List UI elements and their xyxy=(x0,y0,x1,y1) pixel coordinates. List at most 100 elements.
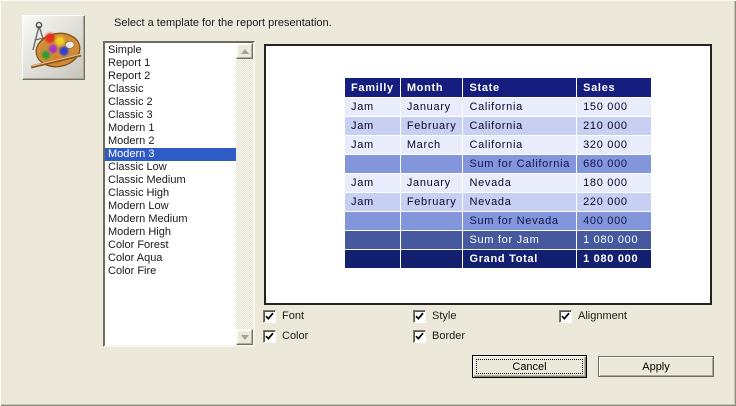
arrow-up-icon xyxy=(241,49,249,54)
table-header-cell: State xyxy=(463,78,576,97)
list-item[interactable]: Classic Medium xyxy=(105,174,236,187)
table-cell: 220 000 xyxy=(577,193,651,211)
options-group: Font Style Alignment Color Border xyxy=(263,306,723,346)
checkbox-style-label: Style xyxy=(432,310,456,322)
table-cell xyxy=(345,212,400,230)
table-cell: February xyxy=(401,117,463,135)
list-item[interactable]: Report 2 xyxy=(105,70,236,83)
table-cell: January xyxy=(401,98,463,116)
table-cell: 180 000 xyxy=(577,174,651,192)
table-cell: 1 080 000 xyxy=(577,250,651,268)
preview-table-body: FamillyMonthStateSalesJamJanuaryCaliforn… xyxy=(345,78,651,268)
list-item[interactable]: Color Fire xyxy=(105,265,236,278)
list-item[interactable]: Classic xyxy=(105,83,236,96)
list-item[interactable]: Modern 1 xyxy=(105,122,236,135)
arrow-down-icon xyxy=(241,335,249,340)
checkmark-icon xyxy=(561,312,570,321)
list-item[interactable]: Report 1 xyxy=(105,57,236,70)
table-cell: Jam xyxy=(345,174,400,192)
preview-table: FamillyMonthStateSalesJamJanuaryCaliforn… xyxy=(344,77,652,269)
instruction-text: Select a template for the report present… xyxy=(114,17,332,29)
table-row: Grand Total1 080 000 xyxy=(345,250,651,268)
table-cell: Nevada xyxy=(463,193,576,211)
checkmark-icon xyxy=(265,312,274,321)
list-item[interactable]: Modern 3 xyxy=(105,148,236,161)
checkbox-border-box[interactable] xyxy=(413,330,426,343)
checkbox-alignment-box[interactable] xyxy=(559,310,572,323)
table-cell: Sum for California xyxy=(463,155,576,173)
table-cell: 150 000 xyxy=(577,98,651,116)
table-row: JamJanuaryCalifornia150 000 xyxy=(345,98,651,116)
scroll-up-button[interactable] xyxy=(236,43,253,59)
apply-button-label: Apply xyxy=(642,361,670,373)
list-item[interactable]: Classic Low xyxy=(105,161,236,174)
list-item[interactable]: Color Forest xyxy=(105,239,236,252)
list-item[interactable]: Modern Medium xyxy=(105,213,236,226)
table-cell: March xyxy=(401,136,463,154)
table-cell xyxy=(401,250,463,268)
list-item[interactable]: Classic 3 xyxy=(105,109,236,122)
list-item[interactable]: Color Aqua xyxy=(105,252,236,265)
table-cell xyxy=(401,155,463,173)
table-row: JamFebruaryCalifornia210 000 xyxy=(345,117,651,135)
list-item[interactable]: Simple xyxy=(105,44,236,57)
list-item[interactable]: Modern Low xyxy=(105,200,236,213)
palette-icon xyxy=(22,15,85,80)
table-header-cell: Familly xyxy=(345,78,400,97)
table-cell: California xyxy=(463,136,576,154)
table-cell: January xyxy=(401,174,463,192)
table-cell: Jam xyxy=(345,193,400,211)
vertical-scrollbar[interactable] xyxy=(236,43,253,345)
list-item[interactable]: Classic 2 xyxy=(105,96,236,109)
checkbox-font[interactable]: Font xyxy=(263,306,413,326)
checkmark-icon xyxy=(415,312,424,321)
cancel-button[interactable]: Cancel xyxy=(472,355,587,378)
table-header-cell: Month xyxy=(401,78,463,97)
checkbox-style[interactable]: Style xyxy=(413,306,559,326)
checkbox-color-box[interactable] xyxy=(263,330,276,343)
template-list[interactable]: SimpleReport 1Report 2ClassicClassic 2Cl… xyxy=(103,41,255,347)
list-item[interactable]: Modern High xyxy=(105,226,236,239)
checkbox-font-box[interactable] xyxy=(263,310,276,323)
table-row: JamMarchCalifornia320 000 xyxy=(345,136,651,154)
table-row: Sum for Nevada400 000 xyxy=(345,212,651,230)
table-header-row: FamillyMonthStateSales xyxy=(345,78,651,97)
scroll-down-button[interactable] xyxy=(236,329,253,345)
checkbox-border[interactable]: Border xyxy=(413,326,559,346)
autoformat-dialog: Select a template for the report present… xyxy=(0,0,736,406)
table-cell: Jam xyxy=(345,117,400,135)
table-row: JamFebruaryNevada220 000 xyxy=(345,193,651,211)
checkbox-alignment[interactable]: Alignment xyxy=(559,306,723,326)
checkbox-color-label: Color xyxy=(282,330,308,342)
table-cell: California xyxy=(463,117,576,135)
checkmark-icon xyxy=(415,332,424,341)
checkbox-color[interactable]: Color xyxy=(263,326,413,346)
table-row: JamJanuaryNevada180 000 xyxy=(345,174,651,192)
cancel-button-label: Cancel xyxy=(512,361,546,373)
table-row: Sum for California680 000 xyxy=(345,155,651,173)
table-cell xyxy=(345,155,400,173)
preview-panel: FamillyMonthStateSalesJamJanuaryCaliforn… xyxy=(264,44,712,305)
checkbox-alignment-label: Alignment xyxy=(578,310,627,322)
checkbox-border-label: Border xyxy=(432,330,465,342)
table-cell: Grand Total xyxy=(463,250,576,268)
table-cell: 400 000 xyxy=(577,212,651,230)
list-item[interactable]: Classic High xyxy=(105,187,236,200)
table-cell xyxy=(401,231,463,249)
list-item[interactable]: Modern 2 xyxy=(105,135,236,148)
table-header-cell: Sales xyxy=(577,78,651,97)
table-cell: 680 000 xyxy=(577,155,651,173)
table-cell: 320 000 xyxy=(577,136,651,154)
table-cell: 210 000 xyxy=(577,117,651,135)
table-cell: February xyxy=(401,193,463,211)
table-cell xyxy=(345,231,400,249)
table-cell: Jam xyxy=(345,98,400,116)
table-cell: 1 080 000 xyxy=(577,231,651,249)
table-cell xyxy=(345,250,400,268)
table-row: Sum for Jam1 080 000 xyxy=(345,231,651,249)
apply-button[interactable]: Apply xyxy=(598,356,714,377)
checkmark-icon xyxy=(265,332,274,341)
table-cell xyxy=(401,212,463,230)
checkbox-style-box[interactable] xyxy=(413,310,426,323)
table-cell: Nevada xyxy=(463,174,576,192)
